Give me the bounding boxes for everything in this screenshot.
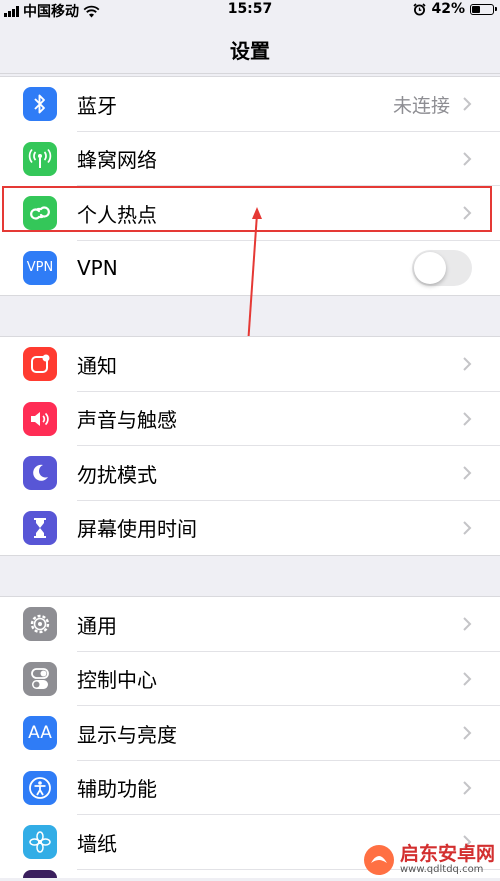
sounds-label: 声音与触感 (77, 408, 177, 433)
battery-percent: 42% (431, 1, 465, 17)
vpn-toggle[interactable] (412, 249, 472, 286)
chevron-right-icon (463, 466, 472, 480)
general-label: 通用 (77, 613, 117, 638)
status-right: 42% (413, 1, 497, 17)
cellular-label: 蜂窝网络 (77, 148, 157, 173)
control-center-label: 控制中心 (77, 668, 157, 693)
accessibility-label: 辅助功能 (77, 777, 157, 802)
gear-icon (23, 607, 57, 642)
wallpaper-label: 墙纸 (77, 831, 117, 856)
bluetooth-label: 蓝牙 (77, 93, 117, 118)
flower-icon (23, 825, 57, 860)
vpn-icon: VPN (23, 250, 57, 285)
annotation-highlight-box (2, 186, 492, 232)
chevron-right-icon (463, 672, 472, 686)
chevron-right-icon (463, 617, 472, 631)
watermark-url: www.qdltdq.com (400, 864, 484, 876)
settings-row-vpn: VPN VPN (0, 241, 500, 296)
nav-divider (0, 73, 500, 74)
settings-row-display[interactable]: AA 显示与亮度 (0, 706, 500, 761)
page-title: 设置 (230, 39, 270, 63)
settings-row-accessibility[interactable]: 辅助功能 (0, 761, 500, 815)
display-label: 显示与亮度 (77, 722, 177, 747)
battery-level-fill (472, 5, 480, 13)
settings-row-notifications[interactable]: 通知 (0, 337, 500, 392)
screen-time-label: 屏幕使用时间 (77, 517, 197, 542)
bluetooth-icon (23, 87, 57, 122)
display-aa-icon: AA (23, 716, 57, 751)
watermark-name: 启东安卓网 (400, 842, 496, 865)
settings-row-cellular[interactable]: 蜂窝网络 (0, 132, 500, 186)
accessibility-icon (23, 770, 57, 805)
settings-row-do-not-disturb[interactable]: 勿扰模式 (0, 446, 500, 501)
settings-row-general[interactable]: 通用 (0, 597, 500, 652)
chevron-right-icon (463, 781, 472, 795)
watermark-logo-icon (364, 844, 394, 875)
chevron-right-icon (463, 726, 472, 740)
speaker-icon (23, 401, 57, 436)
settings-row-bluetooth[interactable]: 蓝牙 未连接 (0, 77, 500, 132)
settings-row-sounds[interactable]: 声音与触感 (0, 392, 500, 446)
battery-icon (470, 3, 497, 15)
chevron-right-icon (463, 97, 472, 111)
settings-group-notifications: 通知 声音与触感 勿扰模式 屏幕使用时间 (0, 336, 500, 556)
cellular-antenna-icon (23, 141, 57, 176)
alarm-icon (413, 2, 427, 15)
chevron-right-icon (463, 521, 472, 535)
chevron-right-icon (463, 357, 472, 371)
watermark: 启东安卓网 www.qdltdq.com (362, 838, 500, 881)
hourglass-icon (23, 510, 57, 545)
vpn-label: VPN (77, 255, 118, 280)
settings-row-screen-time[interactable]: 屏幕使用时间 (0, 501, 500, 556)
siri-icon (23, 869, 57, 878)
toggle-knob (414, 251, 446, 284)
chevron-right-icon (463, 412, 472, 426)
bluetooth-status: 未连接 (392, 94, 450, 117)
settings-row-control-center[interactable]: 控制中心 (0, 652, 500, 706)
moon-icon (23, 456, 57, 491)
settings-group-general: 通用 控制中心 AA 显示与亮度 辅助功能 墙纸 (0, 596, 500, 878)
notifications-label: 通知 (77, 353, 117, 378)
chevron-right-icon (463, 152, 472, 166)
do-not-disturb-label: 勿扰模式 (77, 462, 157, 487)
toggles-icon (23, 661, 57, 696)
notifications-icon (23, 347, 57, 382)
status-bar: 中国移动 15:57 42% (0, 0, 500, 20)
